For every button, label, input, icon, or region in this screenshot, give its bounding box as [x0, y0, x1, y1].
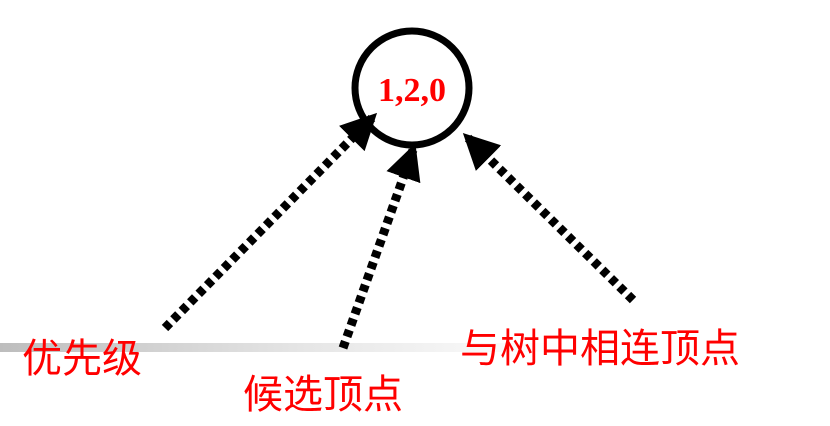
diagram-canvas: 1,2,0 优先级 候选顶点 与树中相连顶点: [0, 0, 830, 426]
node-label: 1,2,0: [378, 72, 446, 109]
diagram-svg: 1,2,0 优先级 候选顶点 与树中相连顶点: [0, 27, 740, 418]
label-priority: 优先级: [22, 336, 142, 382]
connected-arrow: [462, 132, 637, 304]
label-connected-vertex: 与树中相连顶点: [460, 326, 740, 372]
label-candidate-vertex: 候选顶点: [243, 372, 403, 418]
priority-arrow: [161, 112, 378, 332]
candidate-arrow: [338, 143, 421, 350]
